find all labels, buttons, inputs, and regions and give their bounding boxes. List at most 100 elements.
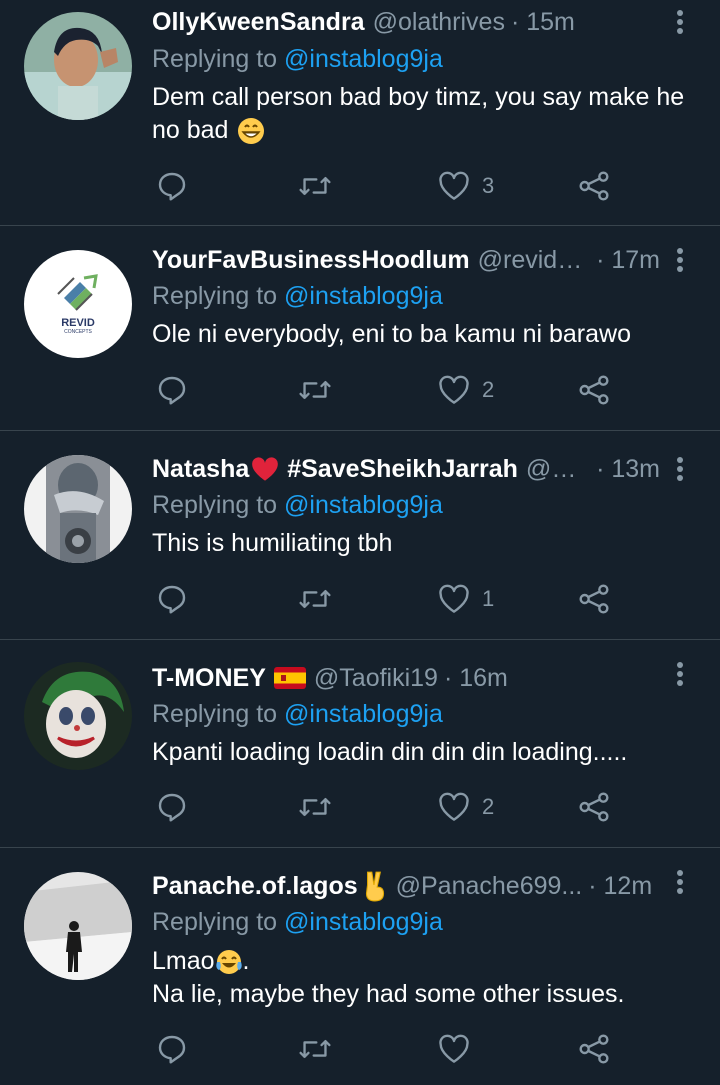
tweet-text-line: Lmao . <box>152 945 690 978</box>
share-button[interactable] <box>578 166 610 206</box>
tweet-header: T-MONEY @Taofiki19 · 16m <box>152 661 660 695</box>
heart-icon <box>439 1034 469 1063</box>
display-name[interactable]: T-MONEY <box>152 661 266 695</box>
user-handle[interactable]: @N... <box>526 452 590 486</box>
avatar-image <box>24 12 132 120</box>
replying-prefix: Replying to <box>152 45 285 73</box>
reply-icon <box>158 793 186 822</box>
tweet-text: Kpanti loading loadin din din din loadin… <box>152 736 690 769</box>
replying-prefix: Replying to <box>152 908 285 936</box>
retweet-button[interactable] <box>298 166 332 206</box>
tweet-header: Natasha #SaveSheikhJarrah @N... · 13m <box>152 452 660 486</box>
tweet-header: Panache.of.lagos @Panache699... · 12m <box>152 869 660 903</box>
heart-icon <box>439 584 469 613</box>
reply-icon <box>158 585 186 614</box>
mention-link[interactable]: @instablog9ja <box>284 282 443 310</box>
share-button[interactable] <box>578 370 610 410</box>
share-button[interactable] <box>578 787 610 827</box>
display-name[interactable]: Panache.of.lagos <box>152 869 358 903</box>
avatar-image: REVID CONCEPTS <box>24 250 132 358</box>
avatar-image <box>24 872 132 980</box>
avatar[interactable] <box>24 662 132 770</box>
replying-to: Replying to @instablog9ja <box>152 488 443 522</box>
tweet-item[interactable]: OllyKweenSandra @olathrives · 15m Replyi… <box>0 0 720 226</box>
tweet-item[interactable]: REVID CONCEPTS YourFavBusinessHoodlum @r… <box>0 226 720 431</box>
timestamp[interactable]: · 12m <box>588 869 652 903</box>
timestamp[interactable]: · 16m <box>444 661 508 695</box>
more-options-button[interactable] <box>668 452 692 486</box>
tweet-text-content: . <box>242 947 250 975</box>
user-handle[interactable]: @olathrives <box>373 5 505 39</box>
timestamp[interactable]: · 13m <box>596 452 660 486</box>
more-vertical-icon <box>677 10 683 34</box>
tweet-header: OllyKweenSandra @olathrives · 15m <box>152 5 660 39</box>
mention-link[interactable]: @instablog9ja <box>284 700 443 728</box>
user-handle[interactable]: @Panache699... <box>396 869 583 903</box>
like-button[interactable]: 3 <box>438 166 494 206</box>
red-heart-emoji-icon <box>252 457 279 481</box>
retweet-button[interactable] <box>298 370 332 410</box>
like-button[interactable] <box>438 1029 482 1069</box>
retweet-button[interactable] <box>298 1029 332 1069</box>
display-name[interactable]: OllyKweenSandra <box>152 5 365 39</box>
retweet-button[interactable] <box>298 579 332 619</box>
more-options-button[interactable] <box>668 243 692 277</box>
tweet-header: YourFavBusinessHoodlum @revidc... · 17m <box>152 243 660 277</box>
tweet-text: This is humiliating tbh <box>152 527 690 560</box>
tweet-actions: 2 <box>152 370 632 410</box>
avatar-brand-text: REVID <box>61 317 95 329</box>
avatar-image <box>24 455 132 563</box>
retweet-icon <box>299 797 331 817</box>
replying-prefix: Replying to <box>152 491 285 519</box>
display-name-suffix[interactable]: #SaveSheikhJarrah <box>287 452 518 486</box>
retweet-icon <box>299 1039 331 1059</box>
mention-link[interactable]: @instablog9ja <box>284 45 443 73</box>
retweet-button[interactable] <box>298 787 332 827</box>
mention-link[interactable]: @instablog9ja <box>284 908 443 936</box>
tweet-text-content: Ole ni everybody, eni to ba kamu ni bara… <box>152 320 631 348</box>
like-button[interactable]: 2 <box>438 787 494 827</box>
share-button[interactable] <box>578 579 610 619</box>
reply-button[interactable] <box>156 370 188 410</box>
tweet-text: Dem call person bad boy timz, you say ma… <box>152 81 690 147</box>
avatar[interactable] <box>24 455 132 563</box>
like-button[interactable]: 1 <box>438 579 494 619</box>
avatar[interactable] <box>24 12 132 120</box>
tweet-actions <box>152 1029 632 1069</box>
tweet-text-content: Dem call person bad boy timz, you say ma… <box>152 83 685 144</box>
reply-button[interactable] <box>156 1029 188 1069</box>
tweet-item[interactable]: Panache.of.lagos @Panache699... · 12m Re… <box>0 848 720 1085</box>
tweet-item[interactable]: Natasha #SaveSheikhJarrah @N... · 13m Re… <box>0 431 720 640</box>
reply-button[interactable] <box>156 787 188 827</box>
share-button[interactable] <box>578 1029 610 1069</box>
more-vertical-icon <box>677 662 683 686</box>
display-name[interactable]: YourFavBusinessHoodlum <box>152 243 470 277</box>
mention-link[interactable]: @instablog9ja <box>284 491 443 519</box>
user-handle[interactable]: @Taofiki19 <box>314 661 438 695</box>
retweet-icon <box>299 589 331 609</box>
grinning-emoji-icon <box>238 118 265 145</box>
like-button[interactable]: 2 <box>438 370 494 410</box>
timestamp[interactable]: · 17m <box>596 243 660 277</box>
tweet-text: Ole ni everybody, eni to ba kamu ni bara… <box>152 318 690 351</box>
like-count: 3 <box>482 173 495 198</box>
tweet-text-content: This is humiliating tbh <box>152 529 393 557</box>
more-options-button[interactable] <box>668 657 692 691</box>
heart-icon <box>439 171 469 200</box>
like-count: 1 <box>482 586 495 611</box>
tweet-item[interactable]: T-MONEY @Taofiki19 · 16m Replying to @in… <box>0 640 720 848</box>
more-options-button[interactable] <box>668 865 692 899</box>
avatar[interactable]: REVID CONCEPTS <box>24 250 132 358</box>
tweet-actions: 2 <box>152 787 632 827</box>
reply-button[interactable] <box>156 579 188 619</box>
display-name[interactable]: Natasha <box>152 452 249 486</box>
reply-button[interactable] <box>156 166 188 206</box>
heart-icon <box>439 375 469 404</box>
timestamp[interactable]: · 15m <box>511 5 575 39</box>
spain-flag-emoji-icon <box>273 667 306 689</box>
avatar[interactable] <box>24 872 132 980</box>
replying-to: Replying to @instablog9ja <box>152 279 443 313</box>
user-handle[interactable]: @revidc... <box>478 243 590 277</box>
reply-icon <box>158 376 186 405</box>
more-options-button[interactable] <box>668 5 692 39</box>
